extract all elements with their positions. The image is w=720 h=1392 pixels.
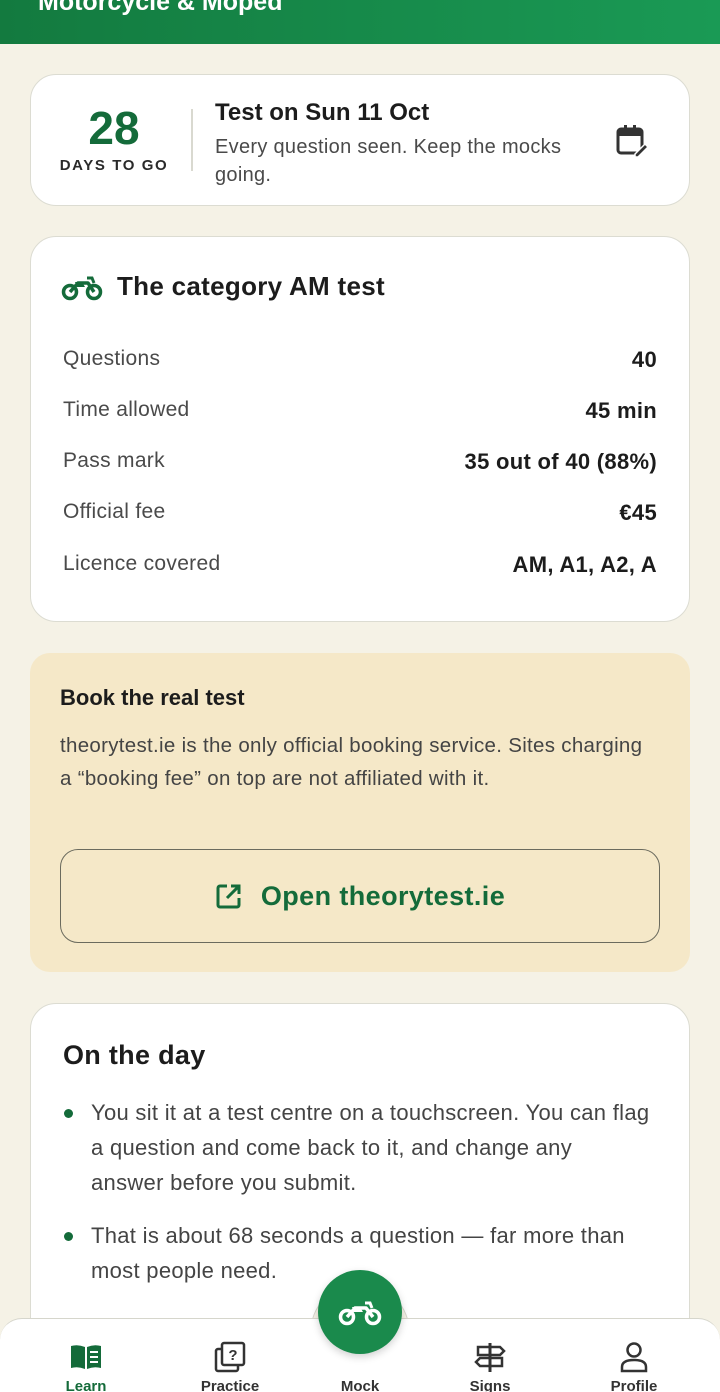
fact-value: AM, A1, A2, A xyxy=(512,552,657,577)
fact-row-time: Time allowed 45 min xyxy=(63,398,657,428)
person-icon xyxy=(620,1342,648,1373)
divider xyxy=(191,109,193,171)
question-icon: ? xyxy=(214,1341,246,1373)
nav-practice[interactable]: ? Practice xyxy=(170,1319,290,1392)
fact-row-fee: Official fee €45 xyxy=(63,500,657,530)
nav-label: Profile xyxy=(610,1378,658,1392)
fact-row-pass-mark: Pass mark 35 out of 40 (88%) xyxy=(63,449,657,479)
fact-row-questions: Questions 40 xyxy=(63,347,657,377)
nav-label: Learn xyxy=(65,1378,107,1392)
signpost-icon xyxy=(474,1343,506,1372)
test-date-title: Test on Sun 11 Oct xyxy=(215,99,430,126)
nav-learn[interactable]: Learn xyxy=(26,1319,146,1392)
fact-value: 40 xyxy=(631,347,657,372)
booking-title: Book the real test xyxy=(60,685,245,710)
list-item: You sit it at a test centre on a touchsc… xyxy=(64,1095,651,1200)
nav-label: Mock xyxy=(340,1378,380,1392)
fact-label: Pass mark xyxy=(63,449,165,472)
open-theorytest-button[interactable]: Open theorytest.ie xyxy=(60,849,660,943)
motorcycle-icon xyxy=(61,276,103,300)
fact-value: 45 min xyxy=(585,398,657,423)
days-count: 28 xyxy=(88,102,140,154)
fact-value: 35 out of 40 (88%) xyxy=(464,449,657,474)
motorcycle-icon xyxy=(338,1301,382,1326)
fact-label: Time allowed xyxy=(63,398,190,421)
facts-header: The category AM test xyxy=(61,271,385,302)
nav-profile[interactable]: Profile xyxy=(574,1319,694,1392)
test-facts-card: The category AM test Questions 40 Time a… xyxy=(30,236,690,622)
test-date-subtitle: Every question seen. Keep the mocks goin… xyxy=(215,136,562,186)
mock-test-fab[interactable] xyxy=(318,1270,402,1354)
fact-row-licence: Licence covered AM, A1, A2, A xyxy=(63,552,657,582)
fact-value: €45 xyxy=(619,500,657,525)
svg-text:?: ? xyxy=(228,1347,237,1364)
nav-label: Practice xyxy=(200,1378,260,1392)
days-label: DAYS TO GO xyxy=(59,157,169,174)
fact-label: Licence covered xyxy=(63,552,221,575)
calendar-edit-icon[interactable] xyxy=(615,123,650,159)
book-icon xyxy=(71,1345,101,1369)
fact-label: Questions xyxy=(63,347,161,370)
booking-card: Book the real test theorytest.ie is the … xyxy=(30,653,690,972)
external-link-icon xyxy=(216,884,241,909)
fact-label: Official fee xyxy=(63,500,166,523)
app-header: Motorcycle & Moped xyxy=(0,0,720,44)
nav-label: Signs xyxy=(469,1378,511,1392)
on-the-day-title: On the day xyxy=(63,1040,206,1070)
countdown-card: 28 DAYS TO GO Test on Sun 11 Oct Every q… xyxy=(30,74,690,206)
nav-signs[interactable]: Signs xyxy=(430,1319,550,1392)
booking-body: theorytest.ie is the only official booki… xyxy=(60,734,643,790)
page-title: Motorcycle & Moped xyxy=(38,0,283,16)
facts-title: The category AM test xyxy=(117,271,385,301)
button-label: Open theorytest.ie xyxy=(260,880,506,911)
